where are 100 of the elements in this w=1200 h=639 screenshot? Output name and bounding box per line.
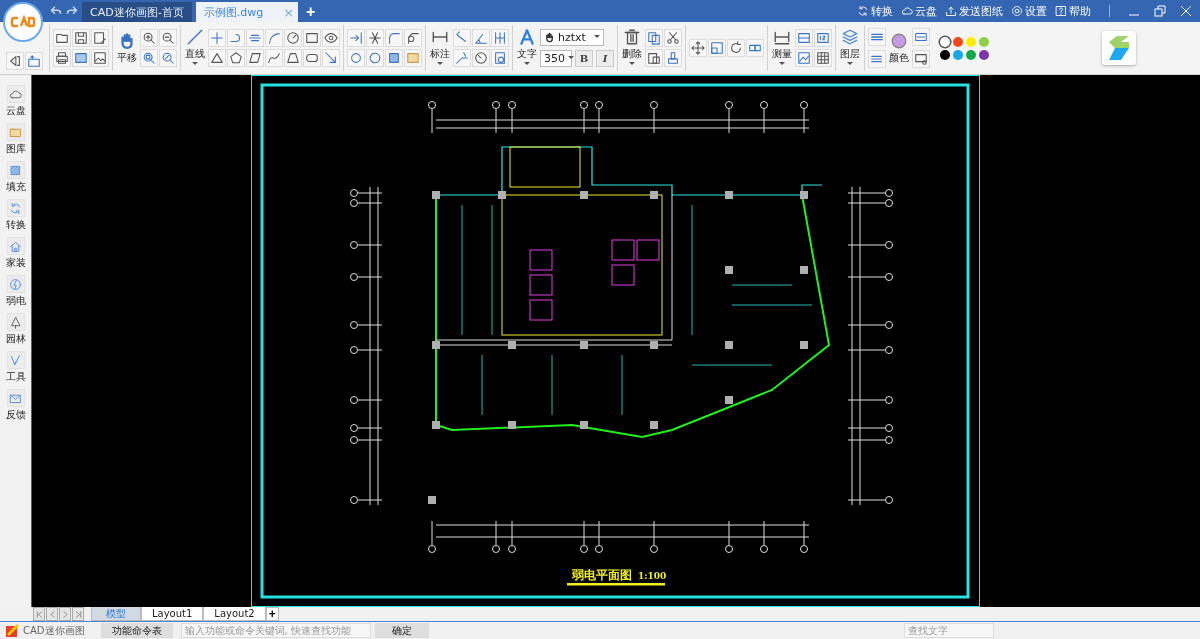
bold-button[interactable]: B xyxy=(575,50,593,67)
command-list-button[interactable]: 功能命令表 xyxy=(100,623,173,638)
close-icon[interactable] xyxy=(1180,5,1192,17)
color-swatch[interactable] xyxy=(979,49,989,60)
send-button[interactable]: 发送图纸 xyxy=(945,3,1003,19)
delete-button[interactable]: 删除 xyxy=(621,28,643,68)
continuous-dimension-button[interactable] xyxy=(491,29,509,47)
copy-button[interactable] xyxy=(645,29,663,47)
restore-icon[interactable] xyxy=(1154,5,1166,17)
line-weight-button[interactable] xyxy=(868,28,886,46)
area-button[interactable] xyxy=(795,29,813,47)
zoom-out-button[interactable] xyxy=(159,29,177,47)
text-size-select[interactable]: 350 xyxy=(540,50,572,67)
table-button[interactable] xyxy=(814,49,832,67)
sidebar-item[interactable]: 图库 xyxy=(5,123,26,156)
sidebar-item[interactable]: 工具 xyxy=(5,351,26,384)
save-as-button[interactable] xyxy=(91,29,109,47)
sidebar-item[interactable]: 园林 xyxy=(5,313,26,346)
properties-button[interactable] xyxy=(912,50,930,68)
settings-button[interactable]: 设置 xyxy=(1011,3,1047,19)
aligned-dimension-button[interactable] xyxy=(453,29,471,47)
arc-button[interactable] xyxy=(265,29,283,47)
help-button[interactable]: 帮助 xyxy=(1055,3,1091,19)
radius-dimension-button[interactable] xyxy=(472,49,490,67)
chart-button[interactable] xyxy=(795,49,813,67)
zoom-window-button[interactable] xyxy=(140,49,158,67)
paste-button[interactable] xyxy=(645,49,663,67)
sidebar-item[interactable]: 家装 xyxy=(5,237,26,270)
curve-button[interactable] xyxy=(265,49,283,67)
double-line-button[interactable] xyxy=(246,29,264,47)
color-swatch[interactable] xyxy=(940,49,950,60)
color-button[interactable]: 颜色 xyxy=(888,31,910,65)
document-tab[interactable]: CAD迷你画图-首页 xyxy=(82,2,192,22)
zoom-in-button[interactable] xyxy=(140,29,158,47)
line-button[interactable]: 直线 xyxy=(184,28,206,68)
sidebar-item[interactable]: 云盘 xyxy=(5,85,26,118)
rotate-button[interactable] xyxy=(727,39,745,57)
color-swatch[interactable] xyxy=(953,49,963,60)
app-logo-icon[interactable] xyxy=(3,2,43,42)
save-button[interactable] xyxy=(72,29,90,47)
move-button[interactable] xyxy=(689,39,707,57)
sidebar-item[interactable]: 反馈 xyxy=(5,389,26,422)
print-button[interactable] xyxy=(53,49,71,67)
italic-button[interactable]: I xyxy=(596,50,614,67)
color-swatch[interactable] xyxy=(953,36,963,47)
linear-style-button[interactable] xyxy=(912,28,930,46)
arrow-button[interactable] xyxy=(322,49,340,67)
rounded-rectangle-button[interactable] xyxy=(303,49,321,67)
image-export-button[interactable] xyxy=(91,49,109,67)
circle-button[interactable] xyxy=(284,29,302,47)
match-properties-button[interactable] xyxy=(664,49,682,67)
import-button[interactable] xyxy=(25,52,43,70)
find-text-field[interactable]: 查找文字 xyxy=(904,623,994,638)
sidebar-item[interactable]: 转换 xyxy=(5,199,26,232)
font-select[interactable]: hztxt xyxy=(540,29,604,46)
polyline-button[interactable] xyxy=(227,29,245,47)
app-logo-icon[interactable] xyxy=(1102,31,1136,65)
scale-button[interactable] xyxy=(708,39,726,57)
open-button[interactable] xyxy=(53,29,71,47)
rectangle-button[interactable] xyxy=(303,29,321,47)
convert-button[interactable]: 转换 xyxy=(857,3,893,19)
sidebar-item[interactable]: 填充 xyxy=(5,161,26,194)
cloud-button[interactable]: 云盘 xyxy=(901,3,937,19)
confirm-button[interactable]: 确定 xyxy=(374,623,429,638)
new-tab-button[interactable]: + xyxy=(298,2,324,22)
trim-button[interactable] xyxy=(366,29,384,47)
parallelogram-button[interactable] xyxy=(246,49,264,67)
fillet-button[interactable] xyxy=(385,29,403,47)
eye-button[interactable] xyxy=(322,29,340,47)
line-type-button[interactable] xyxy=(868,50,886,68)
array-button[interactable] xyxy=(746,39,764,57)
text-button[interactable]: 文字 xyxy=(516,28,538,68)
layout-tab[interactable]: Layout2 xyxy=(203,607,266,621)
undo-icon[interactable] xyxy=(50,5,62,17)
redo-icon[interactable] xyxy=(66,5,78,17)
color-swatch[interactable] xyxy=(979,36,989,47)
color-swatch[interactable] xyxy=(966,49,976,60)
color-swatch[interactable] xyxy=(966,36,976,47)
extend-button[interactable] xyxy=(347,29,365,47)
zoom-extents-button[interactable] xyxy=(159,49,177,67)
cut-button[interactable] xyxy=(664,29,682,47)
command-search-field[interactable]: 输入功能或命令关键词, 快速查找功能 xyxy=(180,623,371,638)
pan-button[interactable]: 平移 xyxy=(116,31,138,65)
sidebar-item[interactable]: 弱电 xyxy=(5,275,26,308)
color-swatch[interactable] xyxy=(940,36,950,47)
leader-button[interactable] xyxy=(453,49,471,67)
pentagon-button[interactable] xyxy=(227,49,245,67)
back-button[interactable] xyxy=(6,52,24,70)
document-tab[interactable]: 示例图.dwg × xyxy=(195,2,299,22)
layout-tab[interactable]: Layout1 xyxy=(141,607,204,621)
angle-dimension-button[interactable] xyxy=(472,29,490,47)
arrow-icon xyxy=(324,51,338,65)
triangle-button[interactable] xyxy=(208,49,226,67)
measure-button[interactable]: 测量 xyxy=(771,28,793,68)
layer-button[interactable]: 图层 xyxy=(839,28,861,68)
dimension-button[interactable]: 标注 xyxy=(429,28,451,68)
trapezoid-button[interactable] xyxy=(284,49,302,67)
count-button[interactable] xyxy=(814,29,832,47)
dimension-style-button[interactable] xyxy=(491,49,509,67)
chamfer-button[interactable] xyxy=(404,29,422,47)
